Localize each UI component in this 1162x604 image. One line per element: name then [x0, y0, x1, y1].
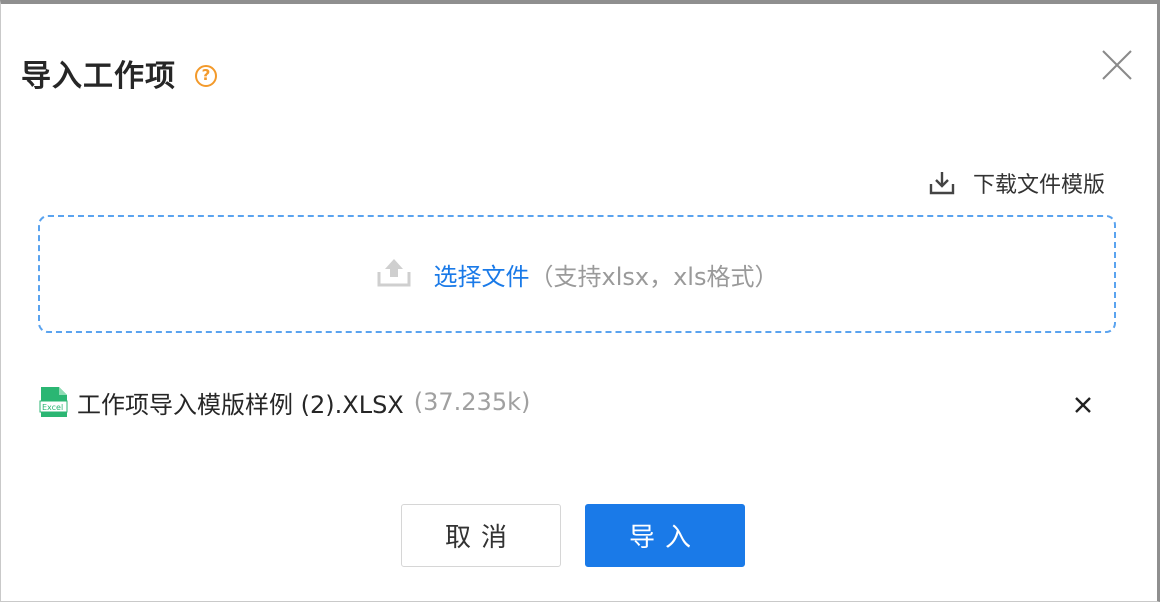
remove-file-icon[interactable]	[1073, 395, 1093, 415]
download-template-link[interactable]: 下载文件模版	[929, 167, 1105, 199]
uploaded-file-item: Excel 工作项导入模版样例 (2).XLSX (37.235k)	[39, 382, 1099, 422]
download-icon	[929, 172, 955, 195]
download-template-label: 下载文件模版	[972, 173, 1105, 198]
help-icon[interactable]: ?	[195, 65, 217, 87]
import-button[interactable]: 导入	[585, 504, 745, 567]
cancel-button[interactable]: 取消	[401, 504, 561, 567]
file-dropzone[interactable]: 选择文件 （支持xlsx，xls格式）	[38, 215, 1116, 333]
file-name: 工作项导入模版样例 (2).XLSX	[77, 390, 404, 419]
file-size: (37.235k)	[413, 388, 531, 416]
excel-icon-label: Excel	[42, 403, 63, 412]
close-icon[interactable]	[1100, 48, 1134, 82]
format-hint: （支持xlsx，xls格式）	[529, 262, 779, 291]
dialog-title: 导入工作项	[21, 59, 176, 94]
excel-file-icon: Excel	[39, 387, 68, 417]
select-file-link[interactable]: 选择文件	[434, 257, 530, 292]
upload-icon	[377, 259, 411, 287]
import-dialog: 导入工作项 ? 下载文件模版 选择文件 （支持xlsx，xls格式） Excel…	[0, 0, 1160, 602]
